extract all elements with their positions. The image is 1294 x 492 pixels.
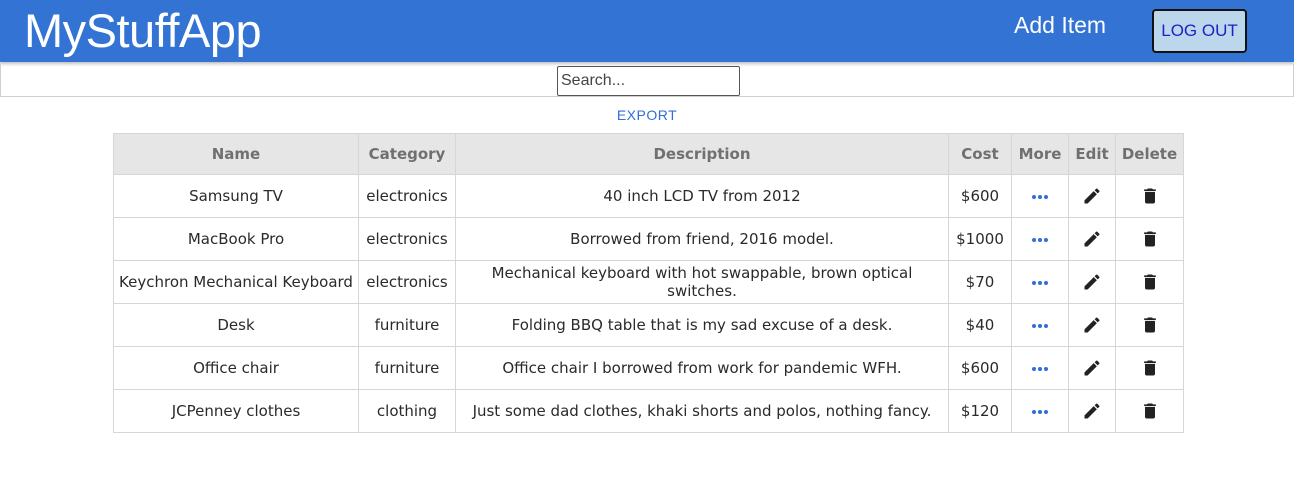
column-header-category: Category: [358, 133, 456, 175]
trash-icon[interactable]: [1140, 186, 1160, 206]
delete-cell: [1115, 260, 1184, 304]
column-header-name: Name: [113, 133, 359, 175]
pencil-icon[interactable]: [1082, 401, 1102, 421]
column-header-more: More: [1011, 133, 1069, 175]
pencil-icon[interactable]: [1082, 358, 1102, 378]
item-name: Office chair: [113, 346, 359, 390]
column-header-edit: Edit: [1068, 133, 1116, 175]
more-cell: [1011, 346, 1069, 390]
table-row: JCPenney clothes clothing Just some dad cl…: [113, 389, 1184, 433]
column-header-description: Description: [455, 133, 949, 175]
item-description: Just some dad clothes, khaki shorts and …: [455, 389, 949, 433]
more-horizontal-icon[interactable]: [1031, 366, 1049, 372]
trash-icon[interactable]: [1140, 229, 1160, 249]
edit-cell: [1068, 389, 1116, 433]
item-name: JCPenney clothes: [113, 389, 359, 433]
column-header-cost: Cost: [948, 133, 1012, 175]
trash-icon[interactable]: [1140, 315, 1160, 335]
more-cell: [1011, 260, 1069, 304]
delete-cell: [1115, 174, 1184, 218]
pencil-icon[interactable]: [1082, 229, 1102, 249]
item-cost: $600: [948, 346, 1012, 390]
item-category: clothing: [358, 389, 456, 433]
search-input[interactable]: [557, 66, 740, 96]
item-description: 40 inch LCD TV from 2012: [455, 174, 949, 218]
table-row: Keychron Mechanical Keyboard electronics M…: [113, 260, 1184, 304]
table-row: Office chair furniture Office chair I borr…: [113, 346, 1184, 390]
edit-cell: [1068, 346, 1116, 390]
item-category: furniture: [358, 303, 456, 347]
item-cost: $600: [948, 174, 1012, 218]
more-horizontal-icon[interactable]: [1031, 237, 1049, 243]
more-cell: [1011, 174, 1069, 218]
item-category: electronics: [358, 260, 456, 304]
trash-icon[interactable]: [1140, 272, 1160, 292]
trash-icon[interactable]: [1140, 401, 1160, 421]
item-description: Borrowed from friend, 2016 model.: [455, 217, 949, 261]
trash-icon[interactable]: [1140, 358, 1160, 378]
pencil-icon[interactable]: [1082, 272, 1102, 292]
more-horizontal-icon[interactable]: [1031, 194, 1049, 200]
delete-cell: [1115, 303, 1184, 347]
logout-button[interactable]: LOG OUT: [1152, 9, 1247, 53]
pencil-icon[interactable]: [1082, 315, 1102, 335]
item-cost: $70: [948, 260, 1012, 304]
edit-cell: [1068, 217, 1116, 261]
item-cost: $40: [948, 303, 1012, 347]
item-cost: $1000: [948, 217, 1012, 261]
table-row: Desk furniture Folding BBQ table that is m…: [113, 303, 1184, 347]
export-row: EXPORT: [0, 97, 1294, 133]
more-horizontal-icon[interactable]: [1031, 280, 1049, 286]
item-name: Keychron Mechanical Keyboard: [113, 260, 359, 304]
table-row: Samsung TV electronics 40 inch LCD TV from…: [113, 174, 1184, 218]
item-description: Mechanical keyboard with hot swappable, …: [455, 260, 949, 304]
more-horizontal-icon[interactable]: [1031, 409, 1049, 415]
pencil-icon[interactable]: [1082, 186, 1102, 206]
app-header: MyStuffApp Add Item LOG OUT: [0, 0, 1294, 62]
delete-cell: [1115, 217, 1184, 261]
edit-cell: [1068, 174, 1116, 218]
items-table: Name Category Description Cost More Edit…: [113, 133, 1184, 433]
more-horizontal-icon[interactable]: [1031, 323, 1049, 329]
table-header-row: Name Category Description Cost More Edit…: [113, 133, 1184, 175]
item-name: Desk: [113, 303, 359, 347]
more-cell: [1011, 389, 1069, 433]
delete-cell: [1115, 389, 1184, 433]
item-description: Folding BBQ table that is my sad excuse …: [455, 303, 949, 347]
edit-cell: [1068, 303, 1116, 347]
add-item-link[interactable]: Add Item: [1014, 10, 1106, 40]
item-category: furniture: [358, 346, 456, 390]
delete-cell: [1115, 346, 1184, 390]
item-cost: $120: [948, 389, 1012, 433]
item-name: MacBook Pro: [113, 217, 359, 261]
table-row: MacBook Pro electronics Borrowed from frie…: [113, 217, 1184, 261]
item-description: Office chair I borrowed from work for pa…: [455, 346, 949, 390]
more-cell: [1011, 303, 1069, 347]
search-bar: [0, 63, 1294, 97]
edit-cell: [1068, 260, 1116, 304]
item-name: Samsung TV: [113, 174, 359, 218]
export-button[interactable]: EXPORT: [617, 107, 677, 123]
item-category: electronics: [358, 217, 456, 261]
more-cell: [1011, 217, 1069, 261]
item-category: electronics: [358, 174, 456, 218]
column-header-delete: Delete: [1115, 133, 1184, 175]
app-title: MyStuffApp: [24, 4, 262, 57]
